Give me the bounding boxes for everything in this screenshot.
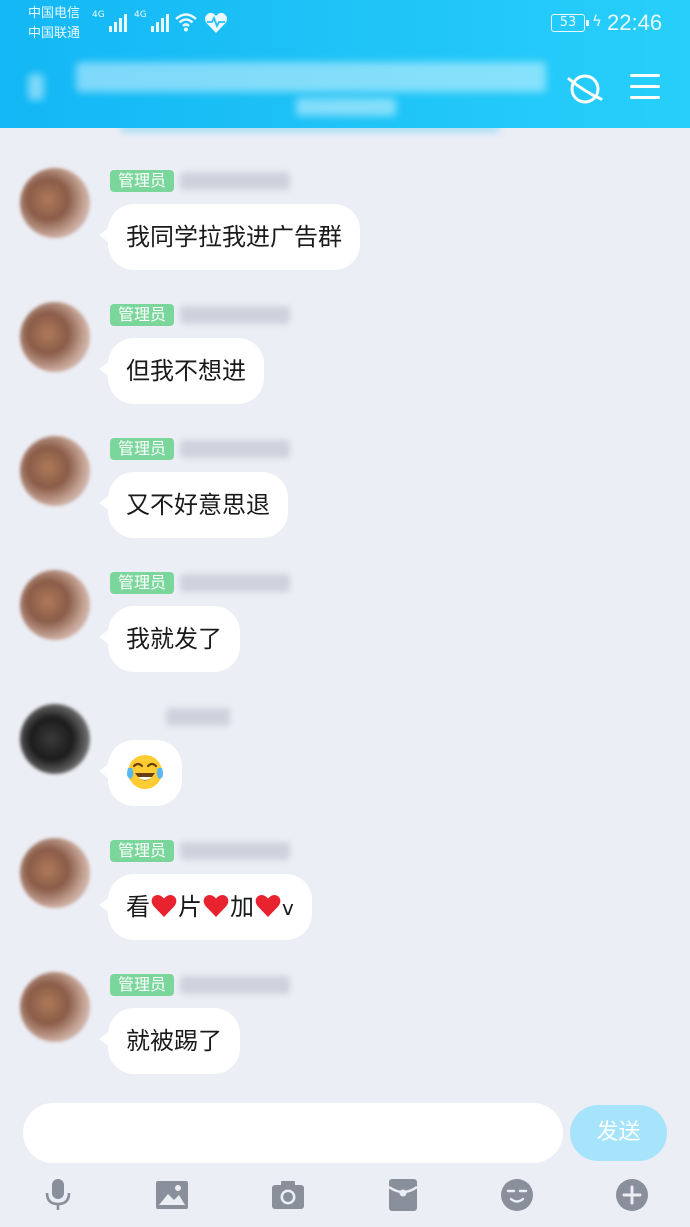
avatar[interactable] <box>20 302 90 372</box>
admin-badge: 管理员 <box>110 840 175 862</box>
group-subtitle-obscured <box>296 98 396 116</box>
status-bar: 中国电信 中国联通 4G 4G 53 ϟ 22:46 <box>0 0 690 46</box>
sender-name-obscured <box>180 306 291 324</box>
signal-2-icon: 4G <box>134 10 169 32</box>
sender-name-obscured <box>180 172 291 190</box>
clock: 22:46 <box>607 10 663 35</box>
carrier-2: 中国联通 <box>28 26 81 41</box>
message-bubble[interactable]: 看片加 v <box>99 874 312 940</box>
previous-message-edge <box>120 128 500 132</box>
signal-1-icon: 4G <box>92 10 127 32</box>
message-text-part: 片 <box>178 893 202 921</box>
chat-header: 中国电信 中国联通 4G 4G 53 ϟ 22:46 <box>0 0 690 128</box>
avatar[interactable] <box>20 168 90 238</box>
sender-row: 管理员 <box>110 974 291 996</box>
planet-icon[interactable] <box>566 70 604 108</box>
sender-row: 管理员 <box>110 438 291 460</box>
camera-icon[interactable] <box>270 1177 306 1213</box>
message-bubble[interactable]: 但我不想进 <box>99 338 264 404</box>
sender-row: 管理员 <box>110 170 291 192</box>
admin-badge: 管理员 <box>110 438 175 460</box>
emoji-icon[interactable] <box>499 1177 535 1213</box>
menu-icon[interactable] <box>630 74 660 102</box>
avatar[interactable] <box>20 436 90 506</box>
back-icon[interactable] <box>28 74 44 100</box>
red-heart-emoji <box>255 895 281 917</box>
red-packet-icon[interactable] <box>385 1177 421 1213</box>
sender-row <box>110 706 230 728</box>
message-text-part: v <box>282 896 294 920</box>
sender-row: 管理员 <box>110 840 291 862</box>
admin-badge: 管理员 <box>110 304 175 326</box>
admin-badge: 管理员 <box>110 170 175 192</box>
message-bubble[interactable]: 又不好意思退 <box>99 472 288 538</box>
avatar[interactable] <box>20 704 90 774</box>
carrier-1: 中国电信 <box>28 6 81 21</box>
message-bubble[interactable]: 我就发了 <box>99 606 240 672</box>
avatar[interactable] <box>20 570 90 640</box>
sender-row: 管理员 <box>110 572 291 594</box>
battery-indicator: 53 <box>551 14 589 32</box>
composer: 发送 <box>0 1093 690 1227</box>
message-bubble[interactable]: 就被踢了 <box>99 1008 240 1074</box>
sender-row: 管理员 <box>110 304 291 326</box>
image-icon[interactable] <box>154 1177 190 1213</box>
health-heart-icon <box>204 12 228 33</box>
sender-name-obscured <box>166 708 230 726</box>
message-text-part: 看 <box>126 893 150 921</box>
message-text-part: 加 <box>230 893 254 921</box>
wifi-icon <box>175 13 197 32</box>
message-bubble[interactable]: 我同学拉我进广告群 <box>99 204 360 270</box>
microphone-icon[interactable] <box>40 1177 76 1213</box>
sender-name-obscured <box>180 842 291 860</box>
sender-name-obscured <box>180 574 291 592</box>
charging-icon: ϟ <box>592 12 602 30</box>
chat-area[interactable]: 管理员 我同学拉我进广告群 管理员 但我不想进 管理员 又不好意思退 管理员 我… <box>0 128 690 1093</box>
plus-icon[interactable] <box>614 1177 650 1213</box>
avatar[interactable] <box>20 838 90 908</box>
red-heart-emoji <box>203 895 229 917</box>
carrier-info: 中国电信 中国联通 <box>28 4 80 44</box>
group-title-obscured <box>76 62 546 92</box>
sender-name-obscured <box>180 440 291 458</box>
sender-name-obscured <box>180 976 291 994</box>
face-with-tears-of-joy-emoji <box>127 755 163 789</box>
message-input[interactable] <box>23 1103 563 1163</box>
message-bubble[interactable] <box>99 740 182 806</box>
send-button[interactable]: 发送 <box>570 1105 667 1161</box>
admin-badge: 管理员 <box>110 572 175 594</box>
admin-badge: 管理员 <box>110 974 175 996</box>
avatar[interactable] <box>20 972 90 1042</box>
red-heart-emoji <box>151 895 177 917</box>
